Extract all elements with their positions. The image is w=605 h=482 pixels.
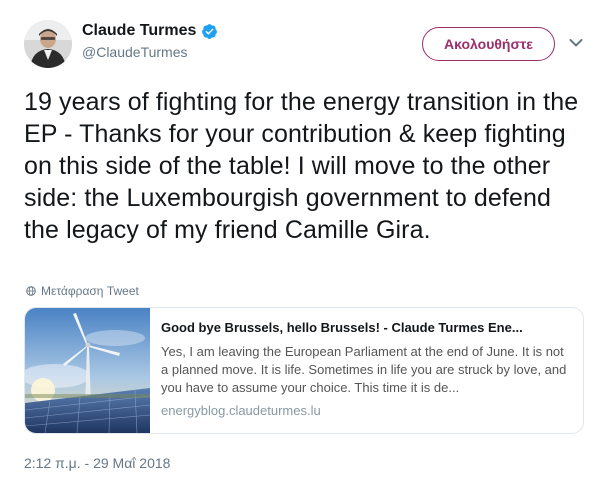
tweet-text: 19 years of fighting for the energy tran… (24, 88, 579, 244)
globe-icon (26, 286, 36, 296)
card-title[interactable]: Good bye Brussels, hello Brussels! - Cla… (161, 319, 573, 337)
user-handle[interactable]: @ClaudeTurmes (82, 44, 218, 60)
tweet-timestamp[interactable]: 2:12 π.μ. - 29 Μαΐ 2018 (24, 455, 170, 471)
card-description: Yes, I am leaving the European Parliamen… (161, 344, 567, 395)
card-thumbnail[interactable] (25, 308, 150, 433)
verified-badge-icon (202, 23, 218, 39)
card-domain: energyblog.claudeturmes.lu (161, 403, 321, 418)
translate-tweet-label[interactable]: Μετάφραση Tweet (41, 284, 139, 298)
user-info[interactable]: Claude Turmes @ClaudeTurmes (82, 22, 218, 60)
caret-down-icon[interactable] (569, 38, 583, 48)
link-card[interactable]: Good bye Brussels, hello Brussels! - Cla… (24, 307, 584, 434)
card-body[interactable]: Good bye Brussels, hello Brussels! - Cla… (150, 308, 583, 433)
tweet: Claude Turmes @ClaudeTurmes Ακολουθήστε … (0, 0, 605, 482)
display-name[interactable]: Claude Turmes (82, 22, 218, 40)
display-name-text[interactable]: Claude Turmes (82, 22, 196, 40)
avatar[interactable] (24, 20, 72, 68)
translate-tweet-link[interactable]: Μετάφραση Tweet (26, 284, 139, 298)
follow-button[interactable]: Ακολουθήστε (422, 27, 555, 61)
